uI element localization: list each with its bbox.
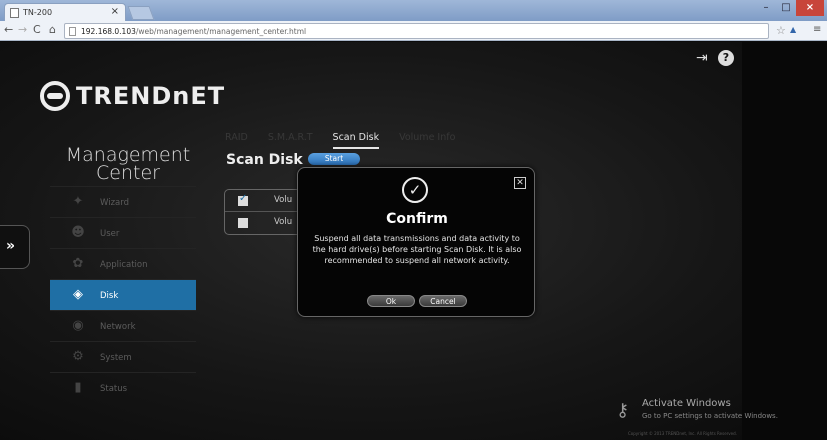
tab-scan-disk[interactable]: Scan Disk	[332, 132, 380, 149]
disk-tabs: RAID S.M.A.R.T Scan Disk Volume Info	[225, 132, 475, 149]
reload-icon[interactable]: C	[33, 23, 41, 36]
page-title: Scan Disk	[226, 152, 303, 168]
dialog-message: Suspend all data transmissions and data …	[312, 234, 522, 265]
logo-text: TRENDnET	[76, 82, 226, 110]
title-line-2: Center	[96, 162, 160, 184]
new-tab-button[interactable]	[127, 6, 155, 20]
sidebar-item-label: Application	[100, 260, 148, 270]
application-icon: ✿	[72, 256, 84, 271]
forward-icon[interactable]: →	[18, 23, 27, 36]
address-bar: ← → C ⌂ 192.168.0.103/web/management/man…	[0, 21, 827, 41]
network-icon: ◉	[72, 318, 84, 333]
bookmark-star-icon[interactable]: ☆	[776, 24, 786, 37]
volume-checkbox[interactable]	[238, 218, 248, 228]
dialog-title: Confirm	[386, 211, 448, 227]
sidebar-item-network[interactable]: ◉ Network	[50, 310, 196, 341]
page-icon	[69, 27, 76, 36]
page-favicon-icon	[10, 8, 19, 18]
ok-button[interactable]: Ok	[367, 295, 415, 307]
sidebar-item-status[interactable]: ▮ Status	[50, 372, 196, 403]
help-icon[interactable]: ?	[718, 50, 734, 66]
watermark-subtitle: Go to PC settings to activate Windows.	[642, 412, 778, 420]
extension-icon[interactable]: ▲	[790, 25, 796, 34]
expand-panel-button[interactable]: »	[0, 225, 30, 269]
disk-icon: ◈	[73, 287, 83, 302]
tab-smart[interactable]: S.M.A.R.T	[268, 132, 313, 149]
volume-checkbox[interactable]	[238, 193, 248, 206]
management-center-title: Management Center	[58, 146, 198, 184]
sidebar-item-label: System	[100, 353, 132, 363]
sidebar-item-wizard[interactable]: ✦ Wizard	[50, 186, 196, 217]
dialog-buttons: Ok Cancel	[298, 295, 536, 307]
status-icon: ▮	[74, 380, 82, 395]
window-close-button[interactable]: ×	[796, 0, 824, 16]
sidebar-item-label: Status	[100, 384, 128, 394]
volume-label: Volu	[274, 217, 293, 227]
trendnet-logo-icon	[40, 81, 70, 111]
url-path: /web/management/management_center.html	[135, 27, 307, 36]
sidebar-item-user[interactable]: ☻ User	[50, 217, 196, 248]
window-minimize-button[interactable]: –	[756, 0, 776, 16]
right-edge-shade	[742, 42, 827, 440]
menu-icon[interactable]: ≡	[813, 24, 821, 35]
browser-tab-title: TN-200	[23, 8, 53, 17]
sidebar-item-label: Network	[100, 322, 136, 332]
tab-volume-info[interactable]: Volume Info	[399, 132, 455, 149]
user-icon: ☻	[71, 225, 85, 240]
confirm-dialog: ✕ ✓ Confirm Suspend all data transmissio…	[297, 167, 535, 317]
tab-close-icon[interactable]: ×	[111, 6, 119, 17]
key-icon: ⚷	[616, 400, 630, 421]
browser-tab-bar: TN-200 × – □ ×	[0, 0, 827, 21]
home-icon[interactable]: ⌂	[49, 23, 56, 36]
sidebar: ✦ Wizard ☻ User ✿ Application ◈ Disk ◉ N…	[50, 186, 196, 403]
url-host: 192.168.0.103	[81, 27, 136, 36]
system-icon: ⚙	[72, 349, 84, 364]
sidebar-item-disk[interactable]: ◈ Disk	[50, 279, 196, 310]
url-input[interactable]: 192.168.0.103/web/management/management_…	[64, 23, 769, 39]
tab-raid[interactable]: RAID	[225, 132, 248, 149]
sidebar-item-system[interactable]: ⚙ System	[50, 341, 196, 372]
close-icon[interactable]: ✕	[514, 177, 526, 189]
volume-label: Volu	[274, 195, 293, 205]
back-icon[interactable]: ←	[4, 23, 13, 36]
sidebar-item-label: User	[100, 229, 120, 239]
copyright-text: Copyright © 2013 TRENDnet, Inc. All Righ…	[628, 431, 737, 436]
management-center-app: TRENDnET ⇥ ? Management Center » ✦ Wizar…	[0, 42, 827, 440]
browser-tab[interactable]: TN-200 ×	[4, 3, 126, 21]
cancel-button[interactable]: Cancel	[419, 295, 467, 307]
logout-icon[interactable]: ⇥	[696, 50, 708, 66]
trendnet-logo: TRENDnET	[40, 80, 225, 112]
checkmark-icon: ✓	[402, 177, 428, 203]
sidebar-item-label: Disk	[100, 291, 119, 301]
wizard-icon: ✦	[72, 194, 84, 209]
start-button[interactable]: Start	[308, 153, 360, 165]
sidebar-item-label: Wizard	[100, 198, 129, 208]
sidebar-item-application[interactable]: ✿ Application	[50, 248, 196, 279]
watermark-title: Activate Windows	[642, 398, 731, 409]
window-maximize-button[interactable]: □	[776, 0, 796, 16]
